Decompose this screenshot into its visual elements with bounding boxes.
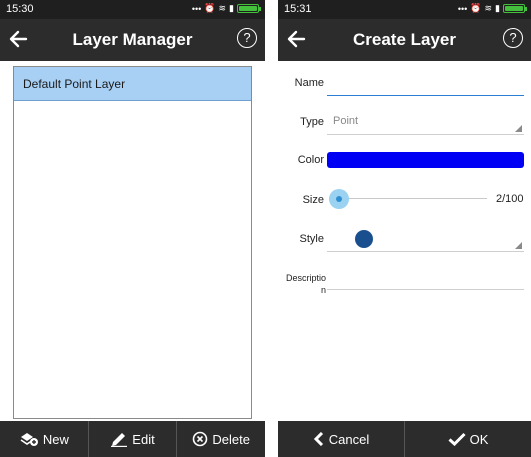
pencil-icon [111,433,128,447]
layer-list-item[interactable]: Default Point Layer [14,67,251,101]
bottom-toolbar: New Edit Delete [0,421,265,457]
page-title: Layer Manager [72,30,193,49]
app-bar: Layer Manager ? [0,19,265,61]
bottom-toolbar: Cancel OK [278,421,531,457]
alarm-icon: ⏰ [204,3,216,13]
description-label: Descriptio n [285,273,326,295]
status-bar: 15:30 ••• ⏰ ≋ ▮ [0,0,265,19]
help-icon[interactable]: ? [237,28,257,48]
new-layer-button[interactable]: New [0,421,89,457]
alarm-icon: ⏰ [470,3,482,13]
wifi-icon: ≋ [218,3,227,13]
wifi-icon: ≋ [484,3,493,13]
ok-button[interactable]: OK [405,421,531,457]
style-select[interactable] [327,229,524,252]
color-label: Color [297,154,324,166]
color-picker[interactable] [327,152,524,168]
dots-icon: ••• [457,3,468,14]
dropdown-corner-icon [515,125,522,132]
dropdown-corner-icon [515,242,522,249]
type-select[interactable]: Point [327,113,524,135]
edit-button-label: Edit [132,431,155,447]
cancel-button[interactable]: Cancel [278,421,405,457]
status-bar: 15:31 ••• ⏰ ≋ ▮ [278,0,531,19]
chevron-left-icon [313,432,323,446]
new-button-label: New [42,431,69,447]
name-label: Name [294,77,324,89]
help-icon[interactable]: ? [503,28,523,48]
point-style-icon [355,230,373,248]
battery-icon [237,4,261,13]
dots-icon: ••• [191,3,202,14]
layer-manager-screen: 15:30 ••• ⏰ ≋ ▮ Layer Manager ? Default … [0,0,265,457]
status-icons: ••• ⏰ ≋ ▮ [457,3,527,14]
checkmark-icon [448,432,466,446]
name-field[interactable] [327,76,524,96]
create-layer-screen: 15:31 ••• ⏰ ≋ ▮ Create Layer ? Name Type… [278,0,531,457]
cancel-button-label: Cancel [328,431,370,447]
status-time: 15:30 [6,3,34,15]
type-label: Type [300,116,324,128]
layer-list: Default Point Layer [13,66,252,419]
type-value: Point [333,115,359,127]
status-time: 15:31 [284,3,312,15]
add-layers-icon [20,433,38,446]
style-label: Style [299,233,324,245]
edit-layer-button[interactable]: Edit [89,421,178,457]
ok-button-label: OK [469,431,489,447]
page-title: Create Layer [352,30,456,49]
size-label: Size [302,194,324,206]
delete-circle-icon [193,431,208,447]
size-slider-track[interactable] [339,198,487,199]
app-bar: Create Layer ? [278,19,531,61]
size-value: 2/100 [496,193,524,205]
delete-layer-button[interactable]: Delete [177,421,265,457]
description-field[interactable] [327,278,524,290]
battery-icon [503,4,527,13]
status-icons: ••• ⏰ ≋ ▮ [191,3,261,14]
signal-icon: ▮ [229,3,234,13]
delete-button-label: Delete [212,431,250,447]
signal-icon: ▮ [495,3,500,13]
size-slider-thumb[interactable] [329,189,349,209]
